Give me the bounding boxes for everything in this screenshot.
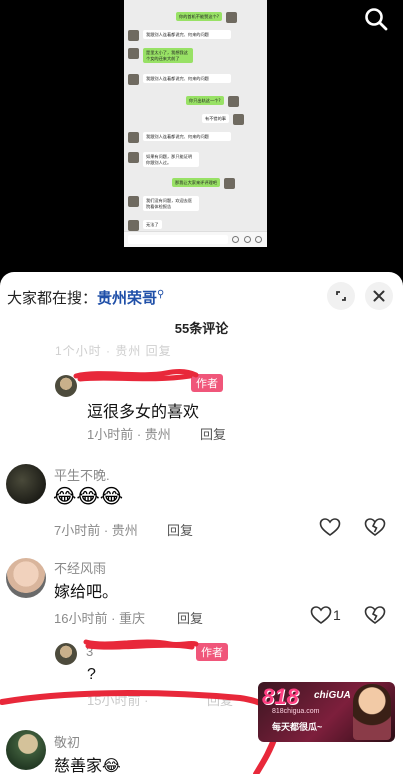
faded-comment-meta: 1个小时 · 贵州 回复 <box>55 344 172 358</box>
chat-input-bar <box>124 231 267 247</box>
comment-text: 慈善家😂 <box>54 758 121 774</box>
video-player[interactable]: 你的首机不能赞这个? 我跟别人连着都说完、何来的问题 是里太小了，我想我这个女的… <box>0 0 403 272</box>
chat-bubble: 有不错的事 <box>202 114 229 123</box>
author-tag: 作者 <box>196 643 228 661</box>
reply-button[interactable]: 回复 <box>167 520 193 539</box>
chat-bubble: 那我让大家来评评理吧 <box>172 178 220 187</box>
chat-msg: 我跟别人连着都说完、何来的问题 <box>128 74 231 85</box>
ad-image <box>353 684 391 740</box>
comment-meta: 16小时前 · 重庆 <box>54 611 146 626</box>
comment-count: 55条评论 <box>174 321 229 336</box>
chat-msg: 我跟别人连着都说完、何来的问题 <box>128 132 231 143</box>
avatar[interactable] <box>6 730 46 770</box>
reply-button[interactable]: 回复 <box>200 424 226 443</box>
chat-msg: 有不错的事 <box>202 114 244 125</box>
broken-heart-icon[interactable] <box>364 517 386 537</box>
chat-msg: 我们没有问题，欢迎去医院看体检报告 <box>128 196 199 211</box>
reply-button[interactable]: 回复 <box>177 608 203 627</box>
avatar[interactable] <box>55 643 77 665</box>
close-icon <box>373 290 385 302</box>
ad-logo: 818 <box>262 684 299 709</box>
hot-search[interactable]: 大家都在搜：贵州荣哥⚲ <box>7 287 164 308</box>
chat-bubble: 无法了 <box>143 220 162 229</box>
avatar[interactable] <box>55 375 77 397</box>
comment-meta: 7小时前 · 贵州 <box>54 523 138 538</box>
chat-msg: 你的首机不能赞这个? <box>176 12 237 23</box>
search-icon: ⚲ <box>157 289 165 300</box>
hot-search-keyword[interactable]: 贵州荣哥 <box>97 290 157 307</box>
like-count: 1 <box>333 607 341 623</box>
ad-logo-suffix: chiGUA <box>314 690 351 701</box>
commenter-name[interactable]: 敬初 <box>54 732 80 751</box>
comment-text: 嫁给吧。 <box>54 584 119 601</box>
chat-msg: 无法了 <box>128 220 162 231</box>
commenter-name[interactable]: 3 <box>86 644 93 659</box>
chat-bubble: 我们没有问题，欢迎去医院看体检报告 <box>143 196 199 211</box>
chat-msg: 我跟别人连着都说完、何来的问题 <box>128 30 231 41</box>
heart-icon[interactable] <box>310 605 332 625</box>
ad-slogan: 每天都很瓜~ <box>272 722 323 732</box>
censor-scribble <box>73 369 199 382</box>
expand-icon <box>336 291 346 301</box>
chat-bubble: 你只出轨这一个? <box>186 96 224 105</box>
comment-meta: 15小时前 · <box>87 693 149 708</box>
chat-msg: 你只出轨这一个? <box>186 96 239 107</box>
close-button[interactable] <box>365 282 393 310</box>
chat-msg: 是里太小了，我想我这个女的还来大前了 <box>128 48 193 63</box>
chat-msg: 如果有问题，那只能证明你跟别人过。 <box>128 152 199 167</box>
reply-button[interactable]: 回复 <box>207 690 233 709</box>
comment-meta: 1小时前 · 贵州 <box>87 427 171 442</box>
author-tag: 作者 <box>191 374 223 392</box>
chat-bubble: 你的首机不能赞这个? <box>176 12 222 21</box>
commenter-name[interactable]: 平生不晚. <box>54 465 110 484</box>
avatar[interactable] <box>6 558 46 598</box>
chat-bubble: 如果有问题，那只能证明你跟别人过。 <box>143 152 199 167</box>
commenter-name[interactable]: 不经风雨 <box>54 558 106 577</box>
comment-text: 逗很多女的喜欢 <box>87 404 200 421</box>
comment-text: ? <box>87 666 96 683</box>
expand-button[interactable] <box>327 282 355 310</box>
ad-domain: 818chigua.com <box>272 708 320 715</box>
censor-scribble <box>83 639 199 650</box>
chat-bubble: 是里太小了，我想我这个女的还来大前了 <box>143 48 193 63</box>
chat-bubble: 我跟别人连着都说完、何来的问题 <box>143 74 231 83</box>
comment-text: 😂😂😂 <box>53 486 124 508</box>
broken-heart-icon[interactable] <box>364 605 386 625</box>
heart-icon[interactable] <box>319 517 341 537</box>
search-icon[interactable] <box>363 6 389 32</box>
avatar[interactable] <box>6 464 46 504</box>
chat-bubble: 我跟别人连着都说完、何来的问题 <box>143 132 231 141</box>
chat-bubble: 我跟别人连着都说完、何来的问题 <box>143 30 231 39</box>
chat-screenshot: 你的首机不能赞这个? 我跟别人连着都说完、何来的问题 是里太小了，我想我这个女的… <box>124 0 267 247</box>
ad-banner[interactable]: 818 chiGUA 818chigua.com 每天都很瓜~ <box>258 682 395 742</box>
chat-msg: 那我让大家来评评理吧 <box>172 178 235 189</box>
hot-search-label: 大家都在搜： <box>7 290 98 307</box>
